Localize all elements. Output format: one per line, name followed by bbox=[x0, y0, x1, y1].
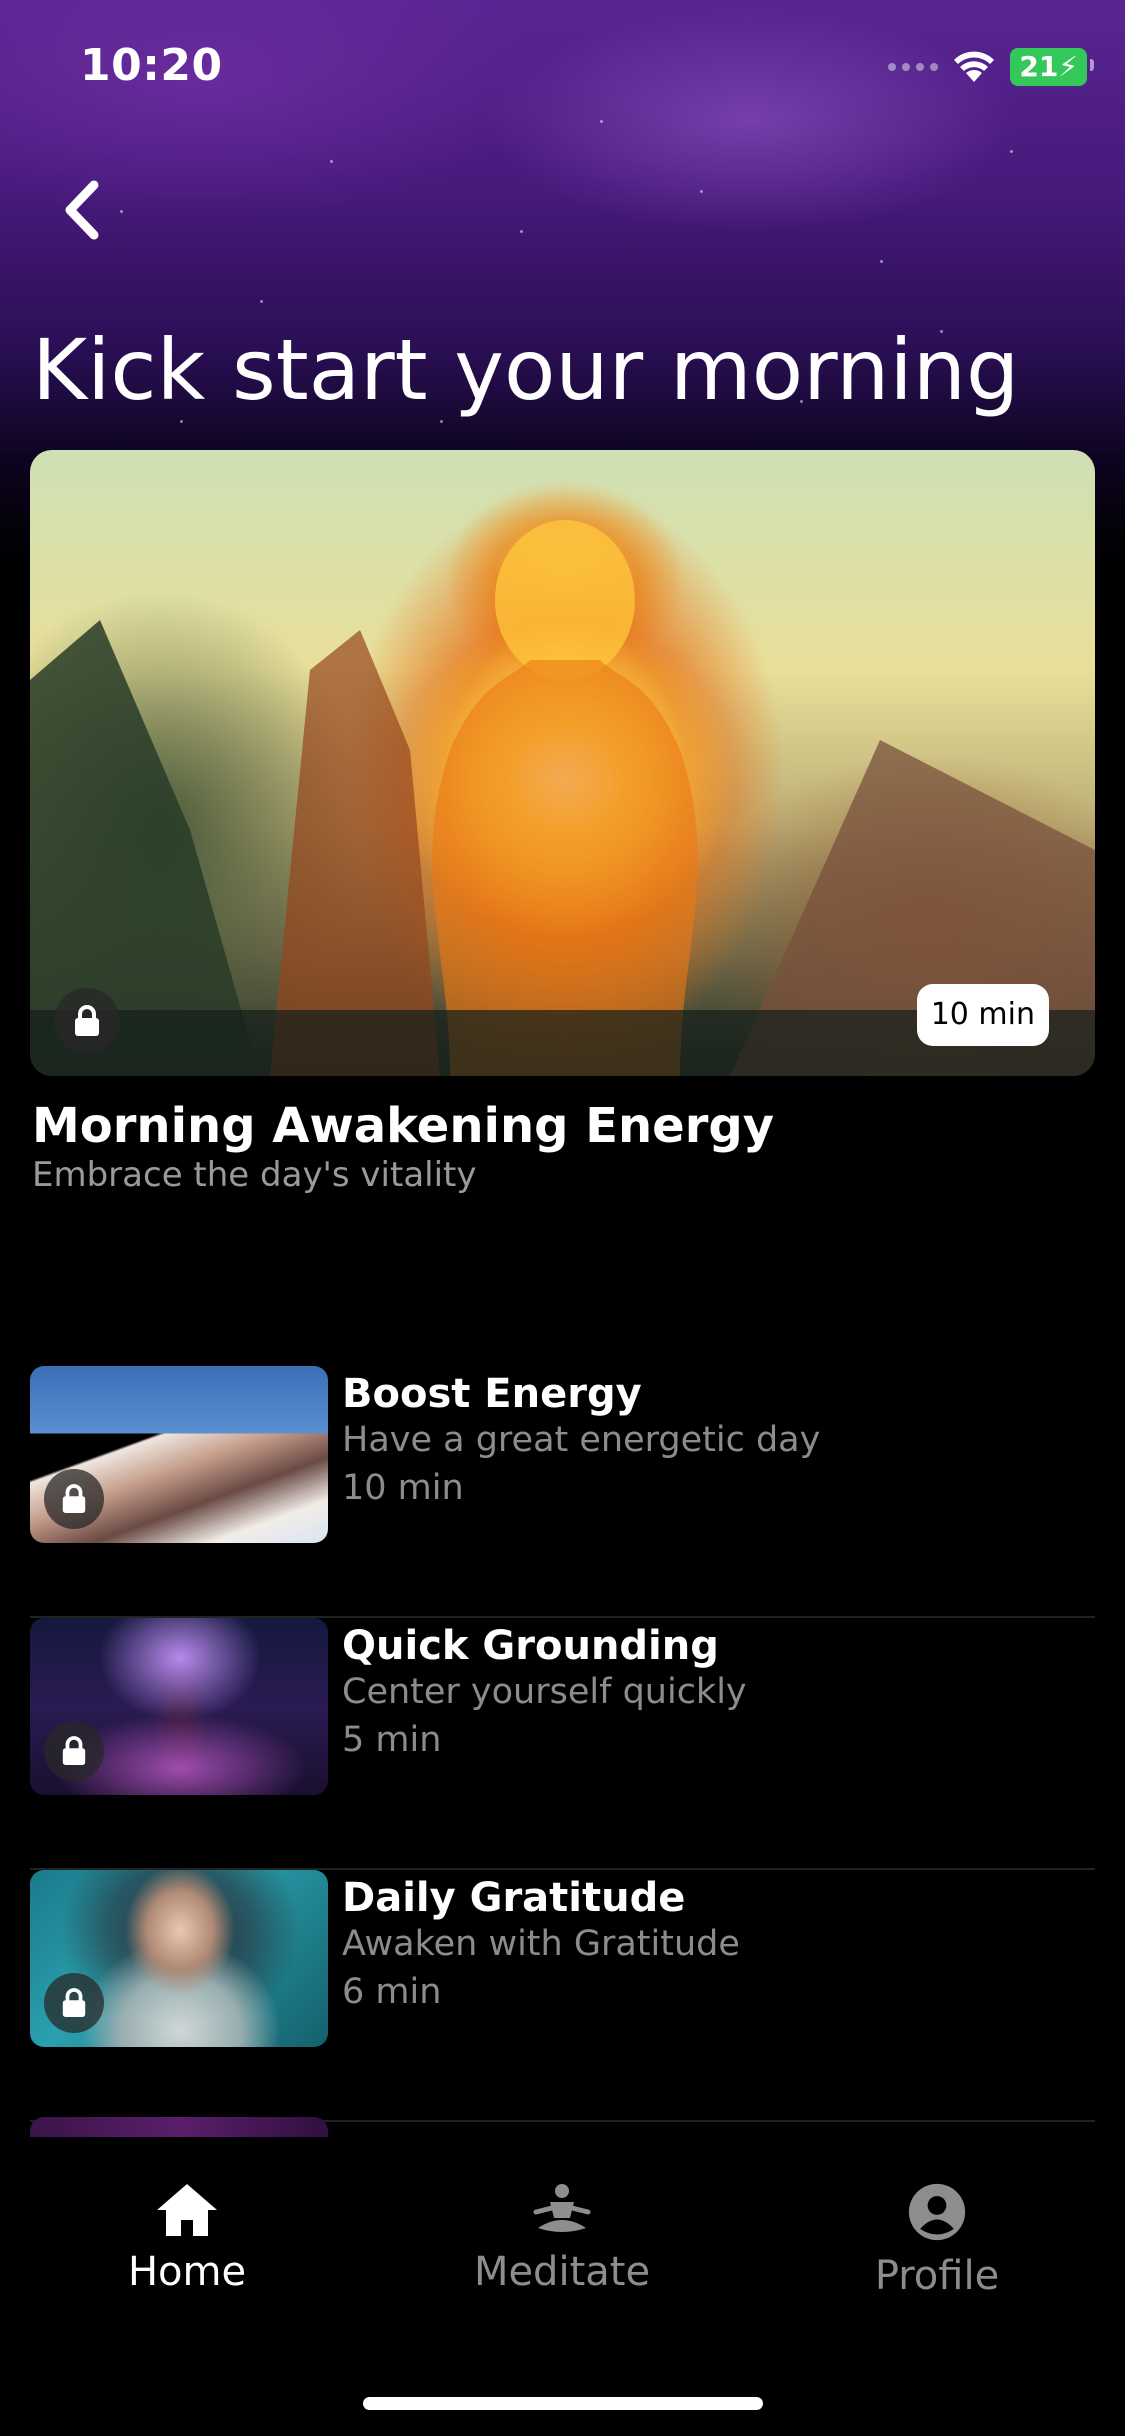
session-lock-badge bbox=[44, 1973, 104, 2033]
wifi-icon bbox=[954, 51, 995, 82]
tab-profile-label: Profile bbox=[874, 2253, 1000, 2299]
session-row-quick-grounding[interactable]: Quick Grounding Center yourself quickly … bbox=[30, 1618, 1095, 1870]
lock-icon bbox=[62, 1988, 86, 2017]
tab-home-label: Home bbox=[127, 2249, 247, 2295]
lock-icon bbox=[62, 1484, 86, 1513]
session-title: Daily Gratitude bbox=[342, 1875, 686, 1921]
battery-level: 21 bbox=[1019, 50, 1059, 83]
session-subtitle: Have a great energetic day bbox=[342, 1420, 821, 1460]
profile-icon bbox=[908, 2183, 966, 2241]
session-subtitle: Center yourself quickly bbox=[342, 1672, 747, 1712]
featured-lock-badge bbox=[54, 988, 120, 1054]
back-button[interactable] bbox=[56, 175, 116, 245]
meditate-icon bbox=[533, 2184, 591, 2232]
home-indicator[interactable] bbox=[363, 2397, 763, 2410]
status-indicators: 21⚡ bbox=[888, 48, 1094, 86]
session-subtitle: Awaken with Gratitude bbox=[342, 1924, 740, 1964]
session-duration: 6 min bbox=[342, 1972, 442, 2012]
home-icon bbox=[157, 2184, 217, 2236]
session-row-boost-energy[interactable]: Boost Energy Have a great energetic day … bbox=[30, 1366, 1095, 1618]
featured-title[interactable]: Morning Awakening Energy bbox=[32, 1094, 774, 1158]
cellular-signal-icon bbox=[888, 63, 939, 71]
session-title: Boost Energy bbox=[342, 1371, 642, 1417]
next-session-thumbnail-peek bbox=[30, 2117, 328, 2137]
session-lock-badge bbox=[44, 1469, 104, 1529]
lock-icon bbox=[75, 1005, 99, 1036]
featured-session-card[interactable]: 10 min bbox=[30, 450, 1095, 1076]
featured-duration-badge: 10 min bbox=[916, 984, 1049, 1046]
session-thumbnail bbox=[30, 1366, 328, 1543]
featured-artwork bbox=[30, 520, 1095, 1076]
session-duration: 5 min bbox=[342, 1720, 442, 1760]
tab-meditate[interactable]: Meditate bbox=[432, 2182, 692, 2298]
session-list: Boost Energy Have a great energetic day … bbox=[30, 1366, 1095, 2122]
session-row-daily-gratitude[interactable]: Daily Gratitude Awaken with Gratitude 6 … bbox=[30, 1870, 1095, 2122]
charging-bolt-icon: ⚡ bbox=[1058, 50, 1078, 83]
lock-icon bbox=[62, 1736, 86, 1765]
session-thumbnail bbox=[30, 1618, 328, 1795]
session-title: Quick Grounding bbox=[342, 1623, 719, 1669]
battery-indicator: 21⚡ bbox=[1010, 48, 1094, 86]
featured-subtitle: Embrace the day's vitality bbox=[32, 1155, 477, 1195]
page-title: Kick start your morning bbox=[32, 321, 1020, 419]
back-chevron-icon bbox=[65, 180, 99, 240]
tab-meditate-label: Meditate bbox=[473, 2249, 651, 2295]
session-duration: 10 min bbox=[342, 1468, 464, 1508]
session-thumbnail bbox=[30, 1870, 328, 2047]
tab-home[interactable]: Home bbox=[57, 2182, 317, 2298]
tab-profile[interactable]: Profile bbox=[807, 2182, 1067, 2302]
session-lock-badge bbox=[44, 1721, 104, 1781]
bottom-tab-bar: Home Meditate Profile bbox=[0, 2138, 1125, 2436]
status-time: 10:20 bbox=[80, 40, 223, 91]
